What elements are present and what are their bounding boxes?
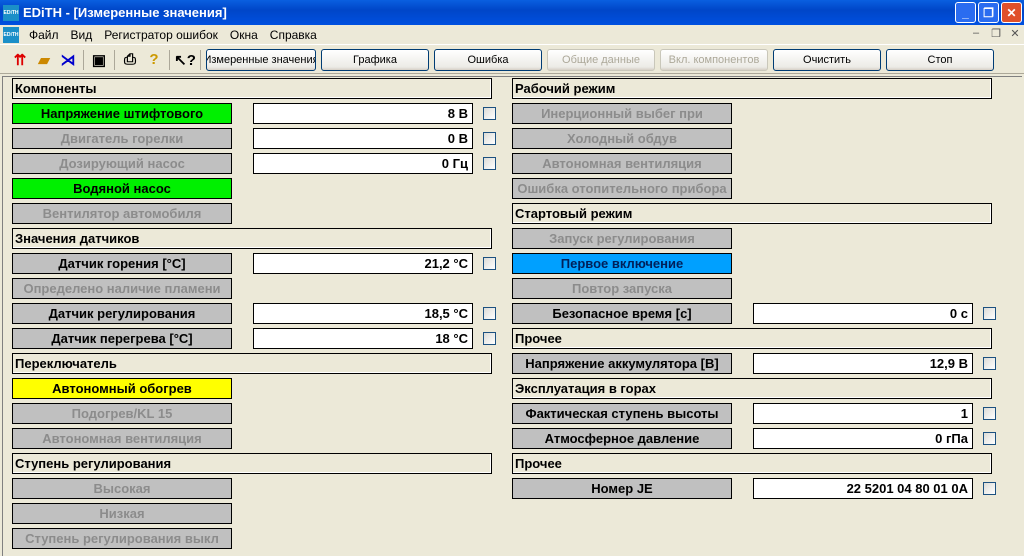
value-field: 0 гПа (753, 428, 973, 449)
section-header: Ступень регулирования (12, 453, 492, 474)
value-field: 18,5 °C (253, 303, 473, 324)
section-header: Компоненты (12, 78, 492, 99)
minimize-button[interactable]: _ (955, 2, 976, 23)
status-label: Первое включение (512, 253, 732, 274)
status-label: Атмосферное давление (512, 428, 732, 449)
connect-icon[interactable]: ⇈ (8, 51, 32, 69)
status-label: Фактическая ступень высоты (512, 403, 732, 424)
mdi-close-button[interactable]: ✕ (1007, 27, 1023, 40)
status-label: Напряжение штифтового (12, 103, 232, 124)
value-field: 21,2 °C (253, 253, 473, 274)
plot-checkbox[interactable] (483, 132, 496, 145)
plot-checkbox[interactable] (983, 407, 996, 420)
save-icon[interactable]: ▣ (87, 51, 111, 69)
plot-checkbox[interactable] (983, 357, 996, 370)
plot-checkbox[interactable] (483, 332, 496, 345)
toolbar: ⇈ ▰ ⋊ ▣ ⎙ ? ↖? Измеренные значения График… (0, 46, 1024, 74)
toolbar-button-5[interactable]: Очистить (773, 48, 881, 71)
mdi-minimize-button[interactable]: – (968, 27, 984, 39)
value-field: 22 5201 04 80 01 0A (753, 478, 973, 499)
mdi-restore-button[interactable]: ❐ (988, 27, 1004, 40)
status-label: Повтор запуска (512, 278, 732, 299)
plot-checkbox[interactable] (483, 107, 496, 120)
menu-error-log[interactable]: Регистратор ошибок (98, 28, 224, 42)
section-header: Переключатель (12, 353, 492, 374)
section-header: Прочее (512, 453, 992, 474)
section-header: Стартовый режим (512, 203, 992, 224)
menu-help[interactable]: Справка (264, 28, 323, 42)
status-label: Запуск регулирования (512, 228, 732, 249)
toolbar-button-4: Вкл. компонентов (660, 48, 768, 71)
app-icon: EDiTH (3, 4, 19, 21)
plot-checkbox[interactable] (483, 307, 496, 320)
menu-view[interactable]: Вид (65, 28, 99, 42)
toolbar-button-1[interactable]: Графика (321, 48, 429, 71)
plot-checkbox[interactable] (983, 432, 996, 445)
toolbar-button-2[interactable]: Ошибка (434, 48, 542, 71)
menu-windows[interactable]: Окна (224, 28, 264, 42)
value-field: 0 В (253, 128, 473, 149)
title-bar: EDiTH EDiTH - [Измеренные значения] _ ❐ … (0, 0, 1024, 25)
value-field: 1 (753, 403, 973, 424)
section-header: Рабочий режим (512, 78, 992, 99)
status-label: Вентилятор автомобиля (12, 203, 232, 224)
close-button[interactable]: ✕ (1001, 2, 1022, 23)
plot-checkbox[interactable] (983, 307, 996, 320)
help-icon[interactable]: ? (142, 51, 166, 68)
status-label: Двигатель горелки (12, 128, 232, 149)
toolbar-button-3: Общие данные (547, 48, 655, 71)
window-title: EDiTH - [Измеренные значения] (23, 5, 227, 20)
separator (169, 49, 170, 70)
status-label: Датчик горения [°C] (12, 253, 232, 274)
separator (114, 49, 115, 70)
value-field: 0 Гц (253, 153, 473, 174)
print-icon[interactable]: ⎙ (118, 51, 142, 68)
value-field: 8 В (253, 103, 473, 124)
status-label: Ступень регулирования выкл (12, 528, 232, 549)
status-label: Номер JE (512, 478, 732, 499)
value-field: 12,9 В (753, 353, 973, 374)
menu-bar: EDiTH Файл Вид Регистратор ошибок Окна С… (0, 25, 1024, 45)
toolbar-button-6[interactable]: Стоп (886, 48, 994, 71)
status-label: Высокая (12, 478, 232, 499)
status-label: Безопасное время [c] (512, 303, 732, 324)
menu-file[interactable]: Файл (23, 28, 65, 42)
status-label: Дозирующий насос (12, 153, 232, 174)
status-label: Холодный обдув (512, 128, 732, 149)
measured-values-panel: Компоненты Напряжение штифтового 8 В Двигат… (2, 76, 1022, 556)
section-header: Значения датчиков (12, 228, 492, 249)
antenna-icon[interactable]: ⋊ (56, 51, 80, 69)
status-label: Подогрев/KL 15 (12, 403, 232, 424)
plot-checkbox[interactable] (483, 257, 496, 270)
status-label: Автономная вентиляция (12, 428, 232, 449)
separator (83, 49, 84, 70)
value-field: 0 c (753, 303, 973, 324)
open-folder-icon[interactable]: ▰ (32, 51, 56, 69)
value-field: 18 °C (253, 328, 473, 349)
status-label: Автономный обогрев (12, 378, 232, 399)
status-label: Водяной насос (12, 178, 232, 199)
toolbar-button-0[interactable]: Измеренные значения (206, 48, 316, 71)
status-label: Ошибка отопительного прибора (512, 178, 732, 199)
separator (200, 49, 201, 70)
status-label: Автономная вентиляция (512, 153, 732, 174)
status-label: Определено наличие пламени (12, 278, 232, 299)
context-help-icon[interactable]: ↖? (173, 51, 197, 69)
restore-button[interactable]: ❐ (978, 2, 999, 23)
section-header: Прочее (512, 328, 992, 349)
plot-checkbox[interactable] (983, 482, 996, 495)
doc-icon: EDiTH (3, 26, 19, 43)
section-header: Эксплуатация в горах (512, 378, 992, 399)
status-label: Датчик перегрева [°C] (12, 328, 232, 349)
status-label: Датчик регулирования (12, 303, 232, 324)
plot-checkbox[interactable] (483, 157, 496, 170)
status-label: Инерционный выбег при (512, 103, 732, 124)
status-label: Напряжение аккумулятора [В] (512, 353, 732, 374)
status-label: Низкая (12, 503, 232, 524)
